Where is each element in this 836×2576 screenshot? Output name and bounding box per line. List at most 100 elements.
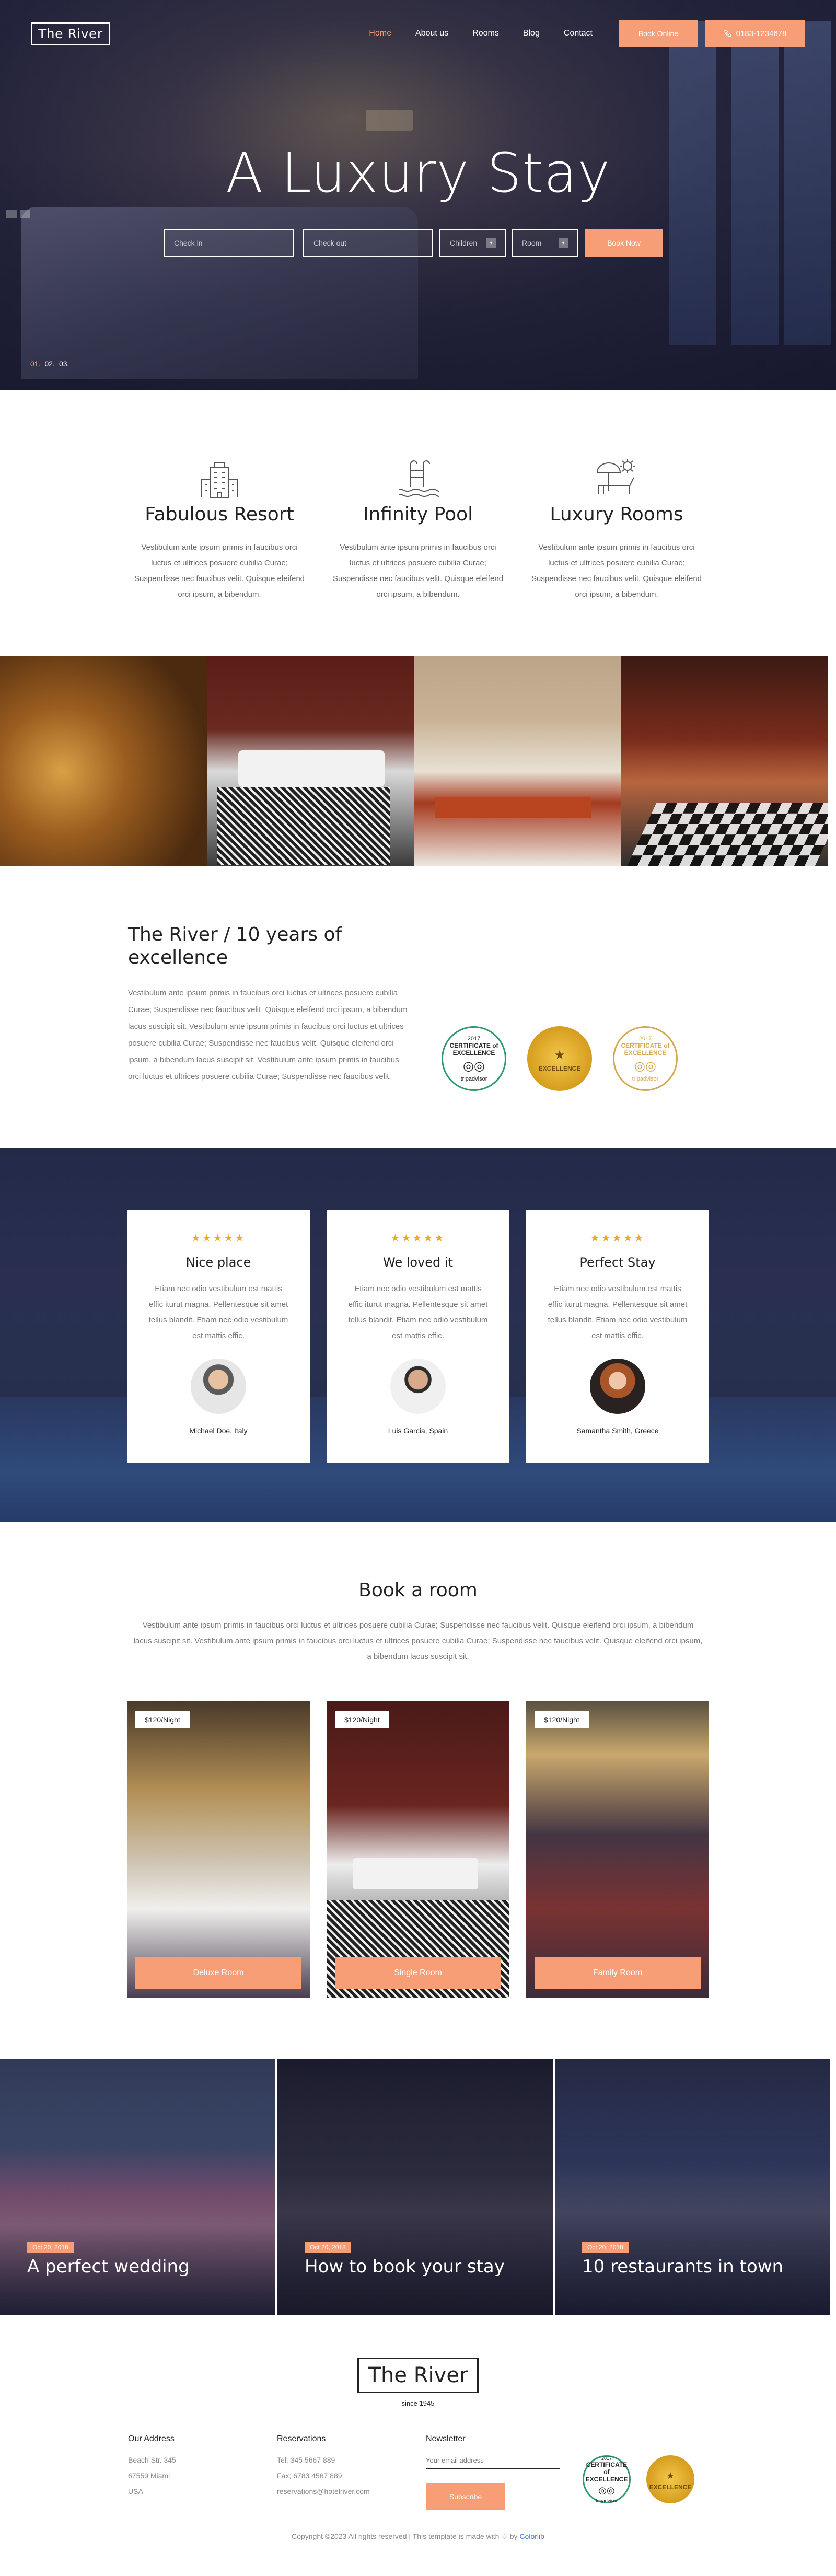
avatar [191, 1359, 246, 1414]
pillow-decor [353, 1858, 478, 1889]
email-link[interactable]: reservations@hotelriver.com [277, 2484, 426, 2499]
star-icon: ★ [554, 1048, 565, 1062]
gallery-photo-lobby[interactable] [621, 656, 828, 866]
book-online-button[interactable]: Book Online [619, 20, 698, 47]
book-now-button[interactable]: Book Now [585, 229, 663, 257]
newsletter-title: Newsletter [426, 2434, 466, 2443]
award-label: EXCELLENCE [649, 2483, 692, 2491]
hero-lamp-decor [366, 110, 413, 131]
footer: The River since 1945 Our Address Beach S… [0, 2315, 836, 2548]
feature-text: Vestibulum ante ipsum primis in faucibus… [332, 543, 504, 599]
about-title: The River / 10 years of excellence [128, 924, 342, 968]
address-column: Our Address Beach Str. 345 67559 Miami U… [128, 2434, 277, 2510]
blog-post[interactable]: Oct 20, 2018 How to book your stay [277, 2059, 553, 2315]
check-out-placeholder: Check out [314, 239, 347, 247]
feature-rooms: Luxury Rooms Vestibulum ante ipsum primi… [517, 451, 716, 656]
owl-icon: ◎◎ [634, 1059, 656, 1073]
owl-icon: ◎◎ [598, 2485, 615, 2496]
nav-rooms[interactable]: Rooms [472, 29, 499, 38]
nav-blog[interactable]: Blog [523, 29, 540, 38]
prev-slide-button[interactable] [6, 210, 17, 218]
address-line: USA [128, 2487, 143, 2496]
photo-gallery [0, 656, 836, 866]
phone-button[interactable]: 0183-1234678 [705, 20, 805, 47]
nav-about[interactable]: About us [415, 29, 448, 38]
address-line: Beach Str. 345 [128, 2456, 176, 2464]
features-section: Fabulous Resort Vestibulum ante ipsum pr… [0, 390, 836, 656]
address-line: 67559 Miami [128, 2471, 170, 2480]
blog-post[interactable]: Oct 20, 2018 A perfect wedding [0, 2059, 275, 2315]
about-text: Vestibulum ante ipsum primis in faucibus… [128, 989, 408, 1081]
slide-indicators: 01. 02. 03. [30, 359, 69, 368]
bed-runner-decor [435, 797, 591, 818]
post-title[interactable]: How to book your stay [305, 2256, 505, 2277]
blog-post[interactable]: Oct 20, 2018 10 restaurants in town [555, 2059, 830, 2315]
next-slide-button[interactable] [20, 210, 30, 218]
price-tag: $120/Night [335, 1711, 389, 1728]
testimonial-author: Michael Doe, Italy [189, 1426, 248, 1435]
blog-section: Oct 20, 2018 A perfect wedding Oct 20, 2… [0, 2059, 836, 2315]
owl-icon: ◎◎ [463, 1059, 485, 1073]
gallery-photo-suite[interactable] [414, 656, 621, 866]
post-date: Oct 20, 2018 [305, 2242, 351, 2253]
slide-indicator-3[interactable]: 03. [59, 359, 69, 368]
single-room-button[interactable]: Single Room [335, 1957, 501, 1989]
slide-indicator-2[interactable]: 02. [44, 359, 54, 368]
post-title[interactable]: 10 restaurants in town [582, 2256, 783, 2277]
testimonial-text: Etiam nec odio vestibulum est mattis eff… [148, 1284, 288, 1340]
check-in-field[interactable]: Check in [164, 229, 294, 257]
heart-icon: ♡ [501, 2532, 508, 2540]
feature-title: Fabulous Resort [145, 504, 294, 525]
rating-stars: ★★★★★ [590, 1233, 645, 1244]
testimonial-title: Nice place [185, 1255, 251, 1270]
bedcover-decor [217, 787, 390, 865]
nav-links: Home About us Rooms Blog Contact [369, 29, 593, 38]
rating-stars: ★★★★★ [191, 1233, 246, 1244]
testimonial-author: Luis Garcia, Spain [388, 1426, 448, 1435]
testimonial-card: ★★★★★ Nice place Etiam nec odio vestibul… [127, 1210, 310, 1463]
top-nav: The River Home About us Rooms Blog Conta… [31, 20, 805, 47]
room-select[interactable]: Room ▾ [512, 229, 578, 257]
award-label: CERTIFICATE of EXCELLENCE [585, 2461, 628, 2483]
section-title: Book a room [358, 1580, 478, 1601]
reservations-column: Reservations Tel: 345 5667 889 Fax; 6783… [277, 2434, 426, 2510]
subscribe-button[interactable]: Subscribe [426, 2483, 505, 2510]
room-label: Room [522, 239, 542, 247]
fax-line: Fax; 6783 4567 889 [277, 2471, 342, 2480]
credit-link[interactable]: Colorlib [519, 2532, 544, 2540]
award-brand: tripadvisor [460, 1075, 487, 1082]
feature-text: Vestibulum ante ipsum primis in faucibus… [134, 543, 305, 599]
site-logo[interactable]: The River [31, 22, 110, 45]
deluxe-room-button[interactable]: Deluxe Room [135, 1957, 301, 1989]
chevron-down-icon: ▾ [559, 238, 568, 248]
award-brand: tripadvisor [596, 2498, 618, 2503]
check-in-placeholder: Check in [174, 239, 203, 247]
credit-by: by [509, 2532, 518, 2540]
gallery-photo-breakfast[interactable] [0, 656, 207, 866]
award-year: 2017 [467, 1035, 481, 1042]
price-tag: $120/Night [135, 1711, 190, 1728]
award-year: 2017 [601, 2455, 612, 2461]
gallery-photo-bedroom[interactable] [207, 656, 414, 866]
avatar [590, 1359, 645, 1414]
nav-contact[interactable]: Contact [564, 29, 593, 38]
award-label: CERTIFICATE of EXCELLENCE [621, 1041, 670, 1057]
testimonial-text: Etiam nec odio vestibulum est mattis eff… [348, 1284, 488, 1340]
pool-icon [319, 451, 517, 498]
phone-number: 0183-1234678 [736, 29, 787, 38]
about-section: The River / 10 years of excellence Vesti… [0, 866, 836, 1148]
footer-logo[interactable]: The River [357, 2358, 479, 2393]
check-out-field[interactable]: Check out [303, 229, 433, 257]
newsletter-email-input[interactable] [426, 2452, 560, 2469]
nav-home[interactable]: Home [369, 29, 391, 38]
testimonial-title: We loved it [383, 1255, 453, 1270]
children-select[interactable]: Children ▾ [439, 229, 506, 257]
tripadvisor-badge: 2017 CERTIFICATE of EXCELLENCE ◎◎ tripad… [442, 1026, 506, 1091]
sunbed-icon [517, 451, 716, 498]
family-room-button[interactable]: Family Room [535, 1957, 701, 1989]
pillow-decor [238, 750, 385, 787]
book-room-section: Book a room Vestibulum ante ipsum primis… [0, 1522, 836, 1998]
chevron-down-icon: ▾ [486, 238, 496, 248]
slide-indicator-1[interactable]: 01. [30, 359, 40, 368]
post-title[interactable]: A perfect wedding [27, 2256, 190, 2277]
